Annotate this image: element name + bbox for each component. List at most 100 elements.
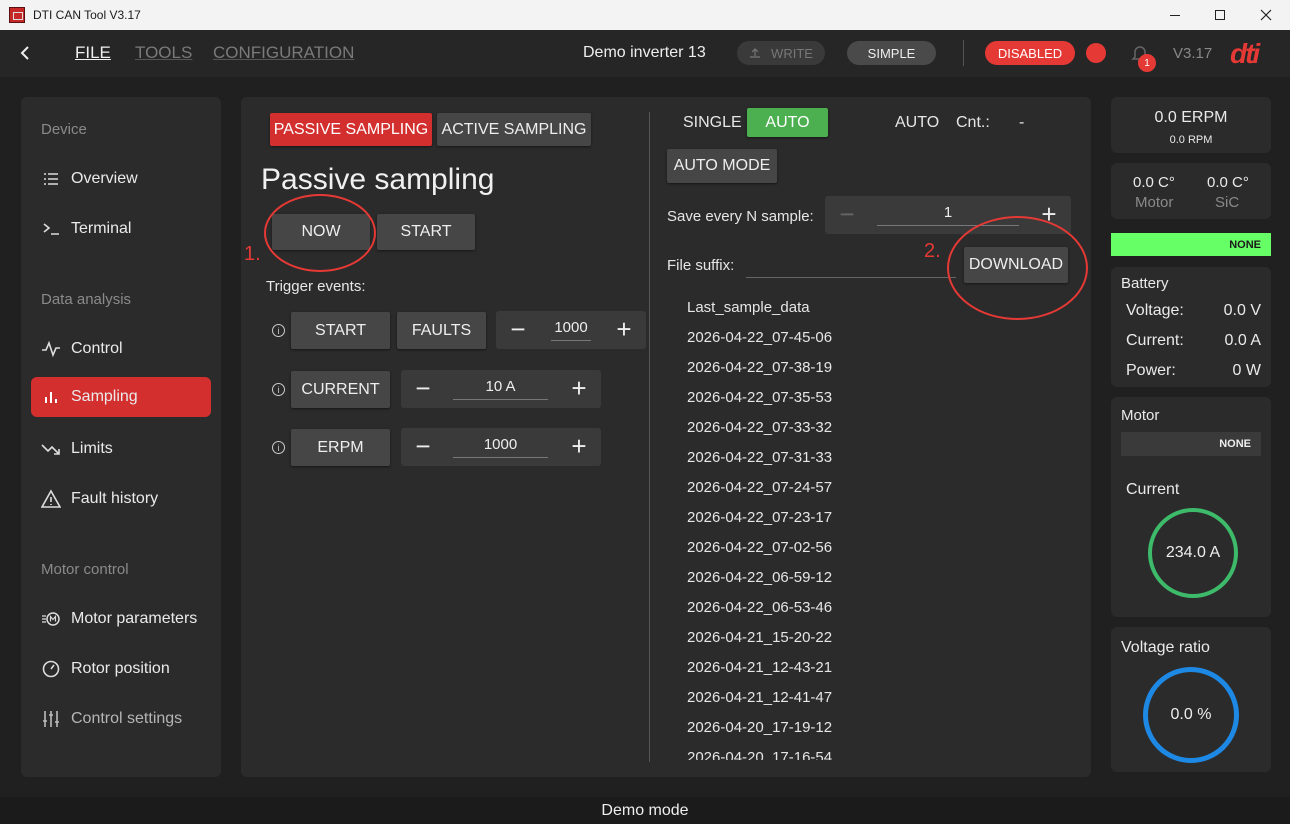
decrement-button[interactable]: −	[409, 375, 437, 403]
current-trigger-button[interactable]: CURRENT	[291, 371, 390, 408]
increment-button[interactable]: +	[610, 316, 638, 344]
menu-configuration[interactable]: CONFIGURATION	[213, 43, 354, 63]
gauge-icon	[41, 659, 61, 679]
motor-temperature-label: Motor	[1135, 194, 1174, 211]
decrement-button[interactable]: −	[409, 433, 437, 461]
list-item[interactable]: 2026-04-22_07-23-17	[687, 503, 1067, 533]
menu-tools[interactable]: TOOLS	[135, 43, 192, 63]
trigger-start-button[interactable]: START	[291, 312, 390, 349]
list-item[interactable]: 2026-04-21_12-43-21	[687, 653, 1067, 683]
decrement-button[interactable]: −	[504, 316, 532, 344]
voltage-ratio-gauge: 0.0 %	[1143, 667, 1239, 763]
tab-active-sampling[interactable]: ACTIVE SAMPLING	[437, 113, 591, 146]
start-button[interactable]: START	[377, 214, 475, 250]
list-item[interactable]: 2026-04-22_07-24-57	[687, 473, 1067, 503]
list-item[interactable]: 2026-04-22_06-59-12	[687, 563, 1067, 593]
tab-passive-sampling[interactable]: PASSIVE SAMPLING	[270, 113, 432, 146]
list-item[interactable]: 2026-04-22_07-45-06	[687, 323, 1067, 353]
trigger-events-label: Trigger events:	[266, 278, 366, 295]
single-label[interactable]: SINGLE	[683, 114, 742, 132]
sidebar-item-control-settings[interactable]: Control settings	[31, 699, 211, 739]
battery-card: Battery Voltage: 0.0 V Current: 0.0 A Po…	[1111, 267, 1271, 387]
simple-mode-button[interactable]: SIMPLE	[847, 41, 936, 65]
sidebar-item-label: Rotor position	[71, 660, 170, 677]
sampling-panel: PASSIVE SAMPLING ACTIVE SAMPLING Passive…	[241, 97, 1091, 777]
sidebar-item-overview[interactable]: Overview	[31, 159, 211, 199]
sidebar-item-label: Motor parameters	[71, 610, 198, 627]
menu-file[interactable]: FILE	[75, 43, 111, 63]
sample-file-list: Last_sample_data 2026-04-22_07-45-06 202…	[687, 293, 1067, 760]
motor-current-gauge: 234.0 A	[1148, 508, 1238, 598]
list-item[interactable]: 2026-04-21_15-20-22	[687, 623, 1067, 653]
increment-button[interactable]: +	[565, 433, 593, 461]
voltage-label: Voltage:	[1126, 302, 1184, 319]
info-icon[interactable]: i	[272, 383, 285, 396]
erpm-card: 0.0 ERPM 0.0 RPM	[1111, 97, 1271, 153]
minimize-button[interactable]	[1152, 0, 1198, 30]
erpm-stepper: − 1000 +	[401, 428, 601, 466]
trigger-count-stepper: − 1000 +	[496, 311, 646, 349]
pulse-icon	[41, 339, 61, 359]
maximize-button[interactable]	[1197, 0, 1243, 30]
list-item[interactable]: 2026-04-20_17-16-54	[687, 743, 1067, 760]
motor-card: Motor NONE Current 234.0 A	[1111, 397, 1271, 617]
notification-badge: 1	[1138, 54, 1156, 72]
list-item[interactable]: 2026-04-22_07-31-33	[687, 443, 1067, 473]
back-button[interactable]	[14, 42, 36, 64]
list-item[interactable]: 2026-04-22_07-33-32	[687, 413, 1067, 443]
erpm-trigger-button[interactable]: ERPM	[291, 429, 390, 466]
list-item[interactable]: 2026-04-20_17-19-12	[687, 713, 1067, 743]
trigger-faults-button[interactable]: FAULTS	[397, 312, 486, 349]
rpm-value: 0.0 RPM	[1169, 134, 1213, 146]
sic-temperature: 0.0 C°	[1207, 174, 1249, 191]
disabled-status-button[interactable]: DISABLED	[985, 41, 1075, 65]
list-item[interactable]: 2026-04-21_12-41-47	[687, 683, 1067, 713]
auto-mode-button[interactable]: AUTO MODE	[667, 149, 777, 183]
sidebar-item-fault-history[interactable]: Fault history	[31, 479, 211, 519]
sidebar-item-label: Limits	[71, 440, 113, 457]
count-label: Cnt.:	[956, 114, 990, 131]
voltage-ratio-label: Voltage ratio	[1121, 639, 1210, 656]
sidebar-item-control[interactable]: Control	[31, 329, 211, 369]
decrement-button[interactable]: −	[833, 201, 861, 229]
temperature-card: 0.0 C° Motor 0.0 C° SiC	[1111, 163, 1271, 219]
sidebar-item-terminal[interactable]: Terminal	[31, 209, 211, 249]
current-label: Current:	[1126, 332, 1184, 349]
sliders-icon	[41, 709, 61, 729]
bar-chart-icon	[41, 387, 61, 407]
list-item[interactable]: 2026-04-22_07-35-53	[687, 383, 1067, 413]
list-item[interactable]: Last_sample_data	[687, 293, 1067, 323]
status-indicator	[1086, 43, 1106, 63]
voltage-ratio-card: Voltage ratio 0.0 %	[1111, 627, 1271, 772]
battery-current: 0.0 A	[1224, 332, 1261, 349]
dti-logo: dti	[1230, 38, 1260, 69]
info-icon[interactable]: i	[272, 441, 285, 454]
list-icon	[41, 169, 61, 189]
sidebar-item-sampling[interactable]: Sampling	[31, 377, 211, 417]
battery-voltage: 0.0 V	[1223, 302, 1261, 319]
sidebar-item-rotor-position[interactable]: Rotor position	[31, 649, 211, 689]
write-button[interactable]: WRITE	[737, 41, 825, 65]
motor-icon	[41, 609, 61, 629]
trigger-count-value[interactable]: 1000	[551, 319, 591, 341]
close-button[interactable]	[1243, 0, 1289, 30]
sidebar-item-limits[interactable]: Limits	[31, 429, 211, 469]
annotation-circle-1	[264, 194, 376, 272]
sidebar-item-label: Terminal	[71, 220, 132, 237]
list-item[interactable]: 2026-04-22_07-38-19	[687, 353, 1067, 383]
list-item[interactable]: 2026-04-22_06-53-46	[687, 593, 1067, 623]
file-suffix-input[interactable]	[746, 277, 956, 278]
sidebar-section-device: Device	[41, 121, 87, 138]
auto-toggle-button[interactable]: AUTO	[747, 108, 828, 137]
motor-temperature: 0.0 C°	[1133, 174, 1175, 191]
motor-current-value: 234.0 A	[1165, 544, 1221, 561]
upload-icon	[750, 48, 761, 58]
close-icon	[1260, 9, 1272, 21]
list-item[interactable]: 2026-04-22_07-02-56	[687, 533, 1067, 563]
increment-button[interactable]: +	[565, 375, 593, 403]
info-icon[interactable]: i	[272, 324, 285, 337]
footer-mode-label: Demo mode	[601, 801, 689, 819]
erpm-value[interactable]: 1000	[453, 436, 548, 458]
sidebar-item-motor-parameters[interactable]: Motor parameters	[31, 599, 211, 639]
current-value[interactable]: 10 A	[453, 378, 548, 400]
